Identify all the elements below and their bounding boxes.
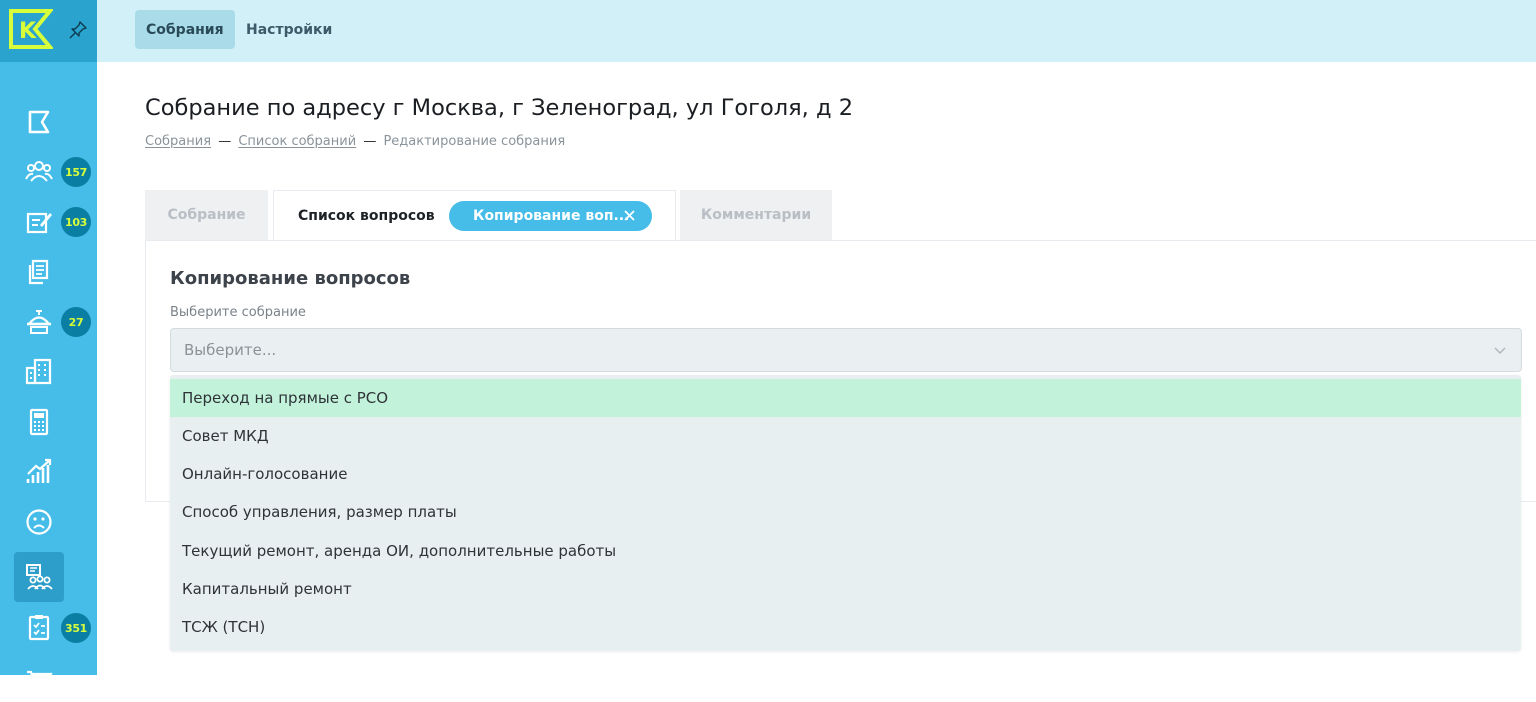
tab-copy-label: Копирование воп... — [473, 208, 629, 224]
pin-icon[interactable] — [68, 20, 88, 40]
option-hoa[interactable]: ТСЖ (ТСН) — [170, 608, 1521, 646]
nav-shop[interactable] — [14, 652, 64, 702]
svg-text:K: K — [19, 19, 37, 44]
badge-tasks: 351 — [61, 613, 91, 643]
tab-meeting[interactable]: Собрание — [145, 190, 268, 240]
option-online-voting[interactable]: Онлайн-голосование — [170, 455, 1521, 493]
badge-people: 157 — [61, 157, 91, 187]
tab-questions-label: Список вопросов — [298, 208, 435, 224]
breadcrumb-meeting-list[interactable]: Список собраний — [238, 134, 356, 149]
buildings-icon — [24, 357, 54, 387]
select-meeting-label: Выберите собрание — [170, 305, 306, 320]
document-edit-icon — [24, 207, 54, 237]
select-meeting-dropdown[interactable]: Выберите... — [170, 328, 1522, 372]
nav-flag[interactable] — [14, 97, 64, 147]
tab-questions[interactable]: Список вопросов Копирование воп... — [273, 190, 676, 240]
sad-face-icon — [24, 507, 54, 537]
sidebar-header: K — [0, 0, 97, 62]
tab-comments[interactable]: Комментарии — [680, 190, 832, 240]
option-council[interactable]: Совет МКД — [170, 417, 1521, 455]
documents-icon — [24, 257, 54, 287]
top-navigation: Собрания Настройки — [97, 0, 1536, 62]
nav-meetings[interactable] — [14, 552, 64, 602]
nav-tasks[interactable] — [14, 602, 64, 652]
sidebar: K 157 103 — [0, 0, 97, 675]
option-direct-rso[interactable]: Переход на прямые с РСО — [170, 379, 1521, 417]
nav-calculator[interactable] — [14, 397, 64, 447]
page-title: Собрание по адресу г Москва, г Зеленогра… — [145, 95, 853, 121]
breadcrumb-meetings[interactable]: Собрания — [145, 134, 211, 149]
badge-concierge: 27 — [61, 307, 91, 337]
concierge-icon — [24, 307, 54, 337]
logo-k-icon[interactable]: K — [8, 8, 53, 50]
cart-icon — [24, 662, 54, 692]
nav-concierge[interactable] — [14, 297, 64, 347]
close-icon[interactable] — [623, 209, 636, 222]
badge-documents: 103 — [61, 207, 91, 237]
breadcrumb-separator: — — [363, 134, 376, 149]
top-tab-meetings[interactable]: Собрания — [135, 10, 235, 49]
nav-documents[interactable] — [14, 247, 64, 297]
meeting-options-list: Переход на прямые с РСО Совет МКД Онлайн… — [170, 375, 1521, 651]
tab-copy-questions[interactable]: Копирование воп... — [449, 201, 652, 231]
checklist-icon — [24, 612, 54, 642]
panel-title: Копирование вопросов — [170, 268, 410, 289]
option-management-method[interactable]: Способ управления, размер платы — [170, 493, 1521, 531]
nav-people[interactable] — [14, 147, 64, 197]
nav-buildings[interactable] — [14, 347, 64, 397]
breadcrumb-separator: — — [218, 134, 231, 149]
select-placeholder: Выберите... — [184, 341, 276, 359]
chart-growth-icon — [24, 457, 54, 487]
nav-analytics[interactable] — [14, 447, 64, 497]
nav-complaints[interactable] — [14, 497, 64, 547]
calculator-icon — [24, 407, 54, 437]
flag-icon — [24, 107, 54, 137]
chevron-down-icon — [1493, 343, 1507, 357]
option-capital-repair[interactable]: Капитальный ремонт — [170, 570, 1521, 608]
breadcrumb: Собрания — Список собраний — Редактирова… — [145, 134, 565, 149]
nav-documents-edit[interactable] — [14, 197, 64, 247]
option-current-repair[interactable]: Текущий ремонт, аренда ОИ, дополнительны… — [170, 532, 1521, 570]
breadcrumb-current: Редактирование собрания — [383, 134, 565, 149]
meeting-icon — [24, 562, 54, 592]
people-group-icon — [24, 157, 54, 187]
top-tab-settings[interactable]: Настройки — [235, 10, 343, 49]
